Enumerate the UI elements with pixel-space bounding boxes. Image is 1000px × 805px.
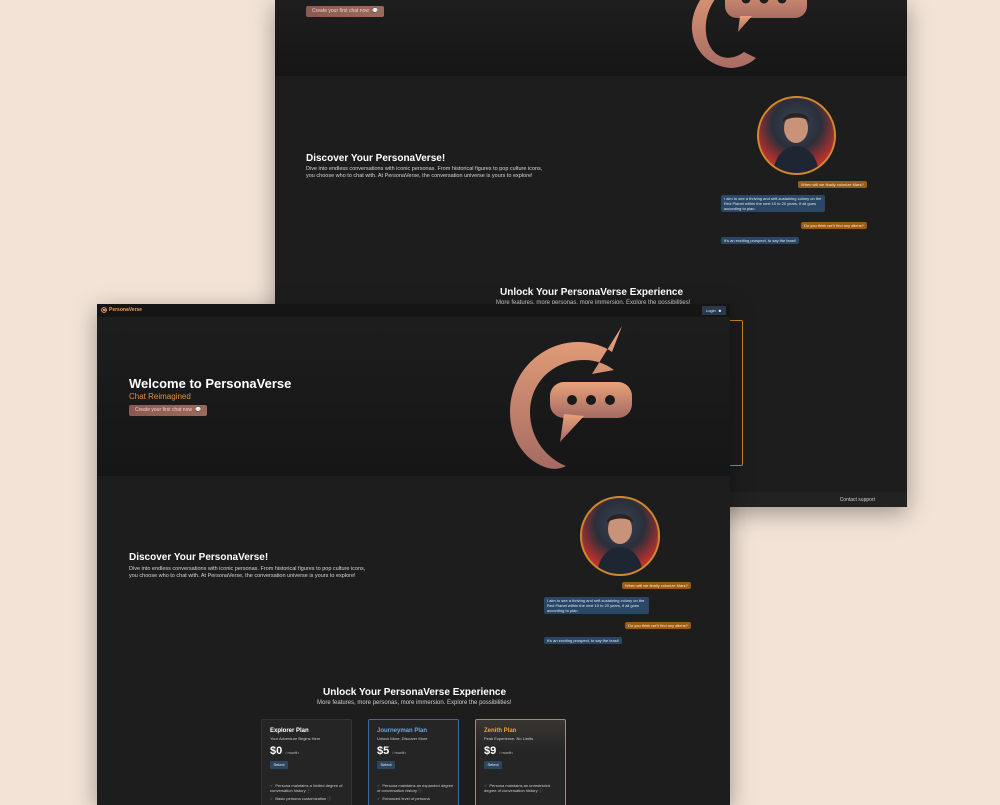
persona-avatar xyxy=(757,96,836,175)
plan-name: Journeyman Plan xyxy=(377,728,428,734)
brand-name: PersonaVerse xyxy=(109,307,143,313)
select-plan-button[interactable]: Select xyxy=(484,761,502,769)
plan-price-value: $0 xyxy=(270,745,283,757)
plan-card-journeyman: Journeyman Plan Unlock More, Discover Mo… xyxy=(368,719,459,805)
persona-avatar xyxy=(580,496,660,576)
plan-feature-text: Basic persona customization xyxy=(275,796,327,801)
plan-name: Explorer Plan xyxy=(270,728,309,734)
plan-price: $9 / month xyxy=(484,745,513,757)
chat-message-persona: I aim to see a thriving and self-sustain… xyxy=(544,597,649,614)
plan-feature: ✓ Persona maintains an expanded degree of… xyxy=(377,783,455,793)
select-plan-button[interactable]: Select xyxy=(270,761,288,769)
info-icon[interactable]: ⓘ xyxy=(327,796,331,801)
plan-feature: ✓ Enhanced level of persona xyxy=(377,796,455,801)
info-icon[interactable]: ⓘ xyxy=(418,788,422,793)
persona-portrait-icon xyxy=(597,514,643,574)
discover-title: Discover Your PersonaVerse! xyxy=(306,153,446,164)
select-plan-button[interactable]: Select xyxy=(377,761,395,769)
plan-price-period: / month xyxy=(499,750,513,755)
plan-feature-text: Persona maintains an expanded degree of … xyxy=(377,783,454,793)
check-icon: ✓ xyxy=(377,796,381,801)
chat-message-user: Do you think we'll find any aliens? xyxy=(625,622,691,629)
plan-price-value: $5 xyxy=(377,745,390,757)
create-chat-button[interactable]: Create your first chat now 💬 xyxy=(306,6,385,17)
chat-message-user: When will we finally colonize Mars? xyxy=(798,181,867,188)
plans-title: Unlock Your PersonaVerse Experience xyxy=(500,287,684,298)
plan-tagline: Unlock More, Discover More xyxy=(377,736,428,741)
discover-body: Dive into endless conversations with ico… xyxy=(306,166,543,179)
discover-body: Dive into endless conversations with ico… xyxy=(129,566,366,579)
brand-logo[interactable]: PersonaVerse xyxy=(101,307,142,313)
chat-logo-icon xyxy=(510,326,632,469)
chat-bubbles-icon: 💬 xyxy=(194,407,202,413)
top-navbar: PersonaVerse Login ☻ xyxy=(97,304,730,317)
plan-price: $5 / month xyxy=(377,745,406,757)
plan-feature-text: Enhanced level of persona xyxy=(382,796,430,801)
create-chat-label: Create your first chat now xyxy=(135,407,192,413)
chat-message-persona: It's an exciting prospect, to say the le… xyxy=(721,237,799,244)
plan-price-period: / month xyxy=(285,750,299,755)
hero-title: Welcome to PersonaVerse xyxy=(129,376,292,391)
plans-title: Unlock Your PersonaVerse Experience xyxy=(323,687,507,698)
hero-tagline: Chat Reimagined xyxy=(129,392,191,401)
hero-section: PersonaVerse Login ☻ Welcome to PersonaV… xyxy=(97,304,730,476)
chat-bubbles-icon: 💬 xyxy=(371,8,379,14)
plan-feature: ✓ Persona maintains a limited degree of c… xyxy=(270,783,348,793)
hero-section: Create your first chat now 💬 xyxy=(275,0,907,76)
create-chat-button[interactable]: Create your first chat now 💬 xyxy=(129,405,208,416)
login-label: Login xyxy=(705,308,716,313)
chat-message-persona: I aim to see a thriving and self-sustain… xyxy=(721,195,825,212)
chat-message-user: Do you think we'll find any aliens? xyxy=(801,222,867,229)
plan-price: $0 / month xyxy=(270,745,299,757)
user-icon: ☻ xyxy=(717,308,722,313)
contact-support-link[interactable]: Contact support xyxy=(840,497,875,503)
foreground-screenshot: PersonaVerse Login ☻ Welcome to PersonaV… xyxy=(97,304,730,805)
plan-card-explorer: Explorer Plan Your Adventure Begins Here… xyxy=(261,719,352,805)
plan-card-zenith: Zenith Plan Peak Experience, No Limits $… xyxy=(475,719,566,805)
plans-subtitle: More features, more personas, more immer… xyxy=(317,700,512,706)
chat-logo-icon xyxy=(691,0,807,68)
create-chat-label: Create your first chat now xyxy=(312,8,369,14)
plan-tagline: Your Adventure Begins Here xyxy=(270,736,321,741)
plan-price-period: / month xyxy=(392,750,406,755)
chat-message-persona: It's an exciting prospect, to say the le… xyxy=(544,637,622,644)
info-icon[interactable]: ⓘ xyxy=(539,788,543,793)
chat-message-user: When will we finally colonize Mars? xyxy=(622,582,691,589)
discover-title: Discover Your PersonaVerse! xyxy=(129,552,269,563)
plan-tagline: Peak Experience, No Limits xyxy=(484,736,534,741)
plan-price-value: $9 xyxy=(484,745,497,757)
plan-feature: ✓ Basic persona customizationⓘ xyxy=(270,796,348,801)
info-icon[interactable]: ⓘ xyxy=(307,788,311,793)
check-icon: ✓ xyxy=(270,796,274,801)
persona-portrait-icon xyxy=(773,113,819,173)
brand-mark-icon xyxy=(101,307,107,313)
plan-feature: ✓ Persona maintains an unrestricted degre… xyxy=(484,783,562,793)
login-button[interactable]: Login ☻ xyxy=(701,306,726,315)
plan-name: Zenith Plan xyxy=(484,728,517,734)
